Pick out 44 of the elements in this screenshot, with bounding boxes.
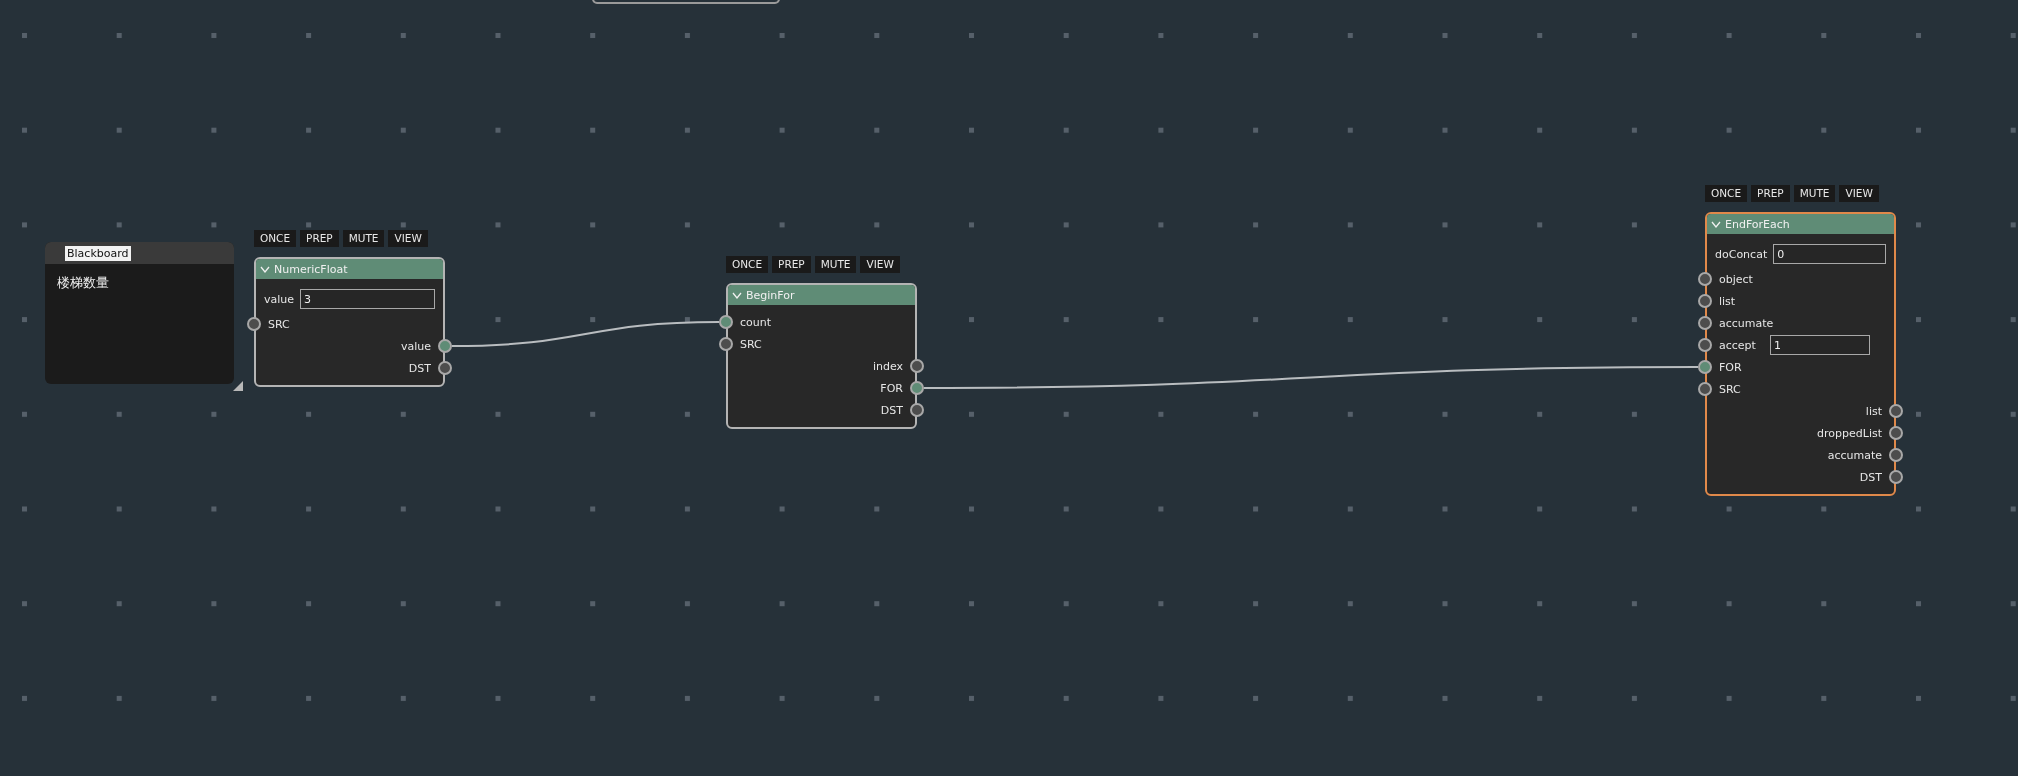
node-option-button[interactable]: PREP [300,230,339,247]
field-label: doConcat [1715,247,1768,261]
port-label: accept [1719,338,1756,352]
node-option-button[interactable]: ONCE [1705,185,1748,202]
value-field[interactable]: 0 [1773,244,1886,264]
port-label: FOR [880,381,903,395]
port-label: droppedList [1817,426,1882,440]
node-title: NumericFloat [274,262,348,276]
port-label: list [1719,294,1736,308]
node-title: BeginFor [746,288,795,302]
port-label: object [1719,272,1753,286]
port-label: count [740,315,772,329]
node-option-button[interactable]: PREP [1751,185,1790,202]
node-title: EndForEach [1725,217,1790,231]
resize-handle-icon[interactable] [233,381,243,391]
node-option-button[interactable]: MUTE [1793,185,1836,202]
port-label: DST [1859,470,1882,484]
port-label: SRC [268,317,290,331]
port-label: DST [408,361,431,375]
field-label: value [264,292,295,306]
port-label: list [1865,404,1882,418]
value-field[interactable]: 1 [1770,335,1870,355]
value-field[interactable]: 3 [300,289,435,309]
node-option-button[interactable]: ONCE [254,230,297,247]
node-option-button[interactable]: VIEW [1839,185,1879,202]
node-option-button[interactable]: PREP [772,256,811,273]
chevron-icon[interactable] [260,265,270,273]
node-option-button[interactable]: MUTE [342,230,385,247]
port-label: accumate [1719,316,1774,330]
blackboard-title: Blackboard [65,245,131,261]
node-option-button[interactable]: MUTE [814,256,857,273]
port-label: value [400,339,431,353]
port-label: index [872,359,903,373]
chevron-icon[interactable] [1711,220,1721,228]
node-option-button[interactable]: VIEW [388,230,428,247]
node-option-button[interactable]: ONCE [726,256,769,273]
port-label: accumate [1827,448,1882,462]
port-label: FOR [1719,360,1742,374]
port-label: SRC [740,337,762,351]
chevron-icon[interactable] [732,291,742,299]
port-label: SRC [1719,382,1741,396]
port-label: DST [880,403,903,417]
blackboard-text: 楼梯数量 [56,274,110,292]
node-option-button[interactable]: VIEW [860,256,900,273]
